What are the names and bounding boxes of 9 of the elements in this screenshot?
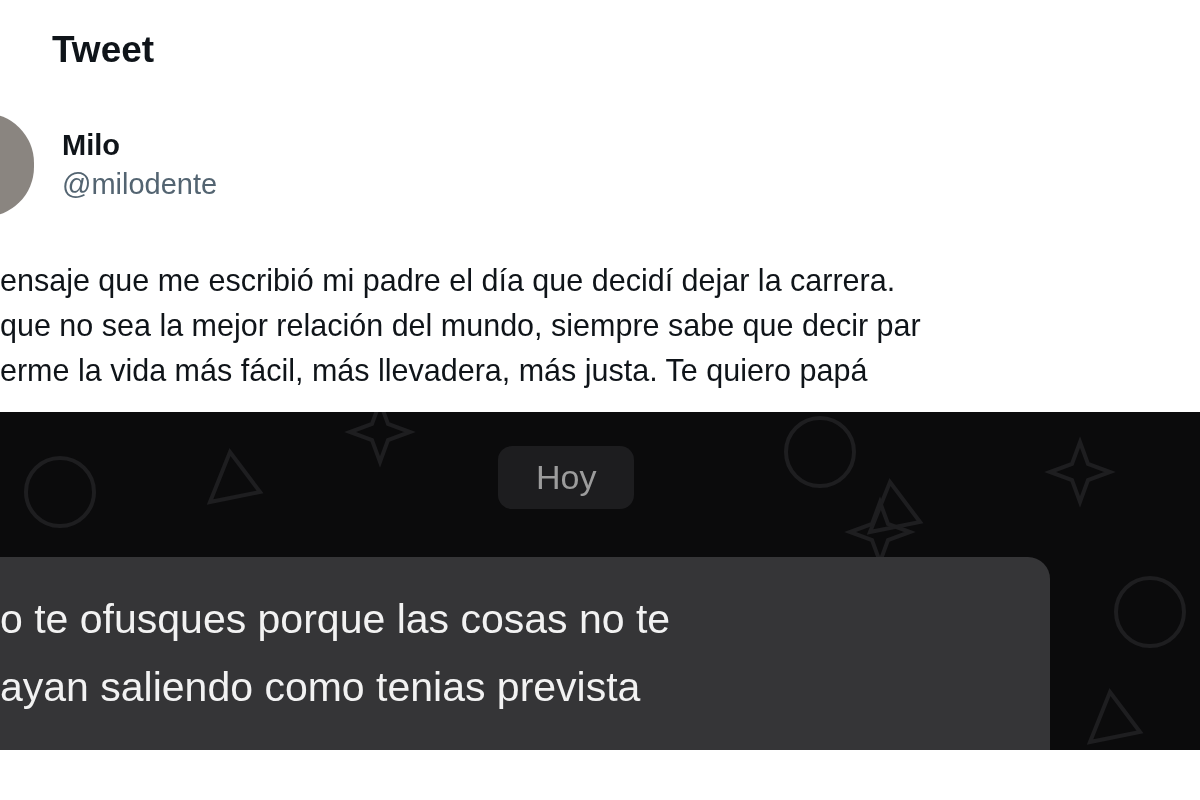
date-chip: Hoy [498, 446, 635, 509]
author-handle[interactable]: @milodente [62, 168, 218, 201]
tweet-text-line: ensaje que me escribió mi padre el día que decidí dejar la carrera. [0, 262, 897, 300]
message-text-line: o te ofusques porque las cosas no te [0, 595, 672, 644]
tweet-text-line: que no sea la mejor relación del mundo, siempre sabe que decir par [0, 307, 922, 345]
tweet-text-line: erme la vida más fácil, más llevadera, más justa. Te quiero papá [0, 352, 869, 390]
page-title: Tweet [52, 29, 155, 71]
message-text-line: ayan saliendo como tenias prevista [0, 663, 642, 712]
author-name[interactable]: Milo [62, 129, 218, 162]
